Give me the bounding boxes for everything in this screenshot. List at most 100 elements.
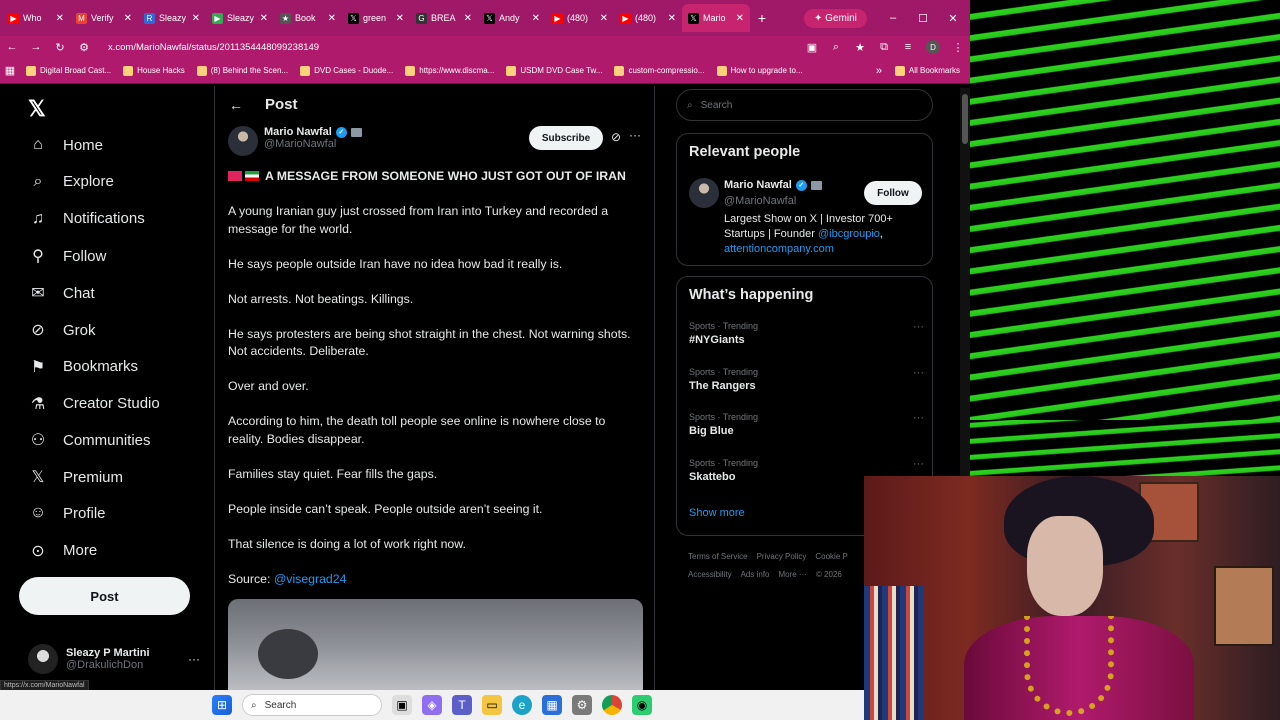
footer-link[interactable]: Ads info [741, 570, 770, 579]
post-button[interactable]: Post [19, 577, 190, 615]
bookmark-item[interactable]: Digital Broad Cast... [20, 65, 117, 76]
bookmark-item[interactable]: custom-compressio... [608, 65, 710, 76]
browser-tab[interactable]: 𝕏 Andy ✕ [478, 4, 546, 32]
trend-more-icon[interactable]: ··· [913, 412, 924, 424]
browser-tab[interactable]: R Sleazy ✕ [138, 4, 206, 32]
teams-icon[interactable]: T [452, 695, 472, 715]
media-icon[interactable]: ≡ [902, 41, 914, 53]
bookmark-item[interactable]: https://www.discma... [399, 65, 500, 76]
gemini-button[interactable]: ✦ Gemini [804, 8, 867, 28]
account-switcher[interactable]: Sleazy P Martini @DrakulichDon [28, 644, 150, 674]
close-tab-icon[interactable]: ✕ [668, 13, 676, 24]
maximize-icon[interactable]: ☐ [908, 12, 938, 25]
close-tab-icon[interactable]: ✕ [464, 13, 472, 24]
copilot-icon[interactable]: ◈ [422, 695, 442, 715]
cast-icon[interactable]: ▣ [806, 41, 818, 54]
back-arrow-icon[interactable]: ← [229, 97, 243, 113]
url-field[interactable]: x.com/MarioNawfal/status/201135444809923… [108, 42, 794, 53]
bookmark-item[interactable]: House Hacks [117, 65, 191, 76]
back-icon[interactable]: ← [6, 41, 18, 53]
trend-item[interactable]: Sports · Trending #NYGiants ··· [689, 321, 924, 346]
footer-link[interactable]: More ··· [778, 570, 806, 579]
extensions-icon[interactable]: ⧉ [878, 41, 890, 54]
footer-link[interactable]: Terms of Service [688, 552, 748, 561]
close-tab-icon[interactable]: ✕ [192, 13, 200, 24]
post-video[interactable] [228, 599, 643, 690]
browser-tab[interactable]: ▶ Who ✕ [2, 4, 70, 32]
grok-icon[interactable]: ⊘ [611, 130, 621, 144]
chrome-icon[interactable] [602, 695, 622, 715]
browser-tab[interactable]: ▶ (480) ✕ [614, 4, 682, 32]
browser-menu-icon[interactable]: ⋮ [952, 41, 964, 54]
close-tab-icon[interactable]: ✕ [56, 13, 64, 24]
bookmark-item[interactable]: (8) Behind the Scen... [191, 65, 294, 76]
post-more-icon[interactable]: ··· [629, 128, 641, 142]
bio-link-attention[interactable]: attentioncompany.com [724, 243, 834, 255]
reload-icon[interactable]: ↻ [54, 41, 66, 54]
nav-item-chat[interactable]: ✉ Chat [28, 283, 94, 303]
bookmark-item[interactable]: How to upgrade to... [711, 65, 809, 76]
close-tab-icon[interactable]: ✕ [260, 13, 268, 24]
more-bookmarks-icon[interactable]: » [873, 65, 885, 77]
bio-link-ibcgroupio[interactable]: @ibcgroupio [818, 228, 880, 240]
trend-item[interactable]: Sports · Trending The Rangers ··· [689, 367, 924, 392]
trend-more-icon[interactable]: ··· [913, 321, 924, 333]
nav-item-communities[interactable]: ⚇ Communities [28, 430, 151, 450]
nav-item-creator-studio[interactable]: ⚗ Creator Studio [28, 394, 160, 414]
browser-tab[interactable]: G BREA ✕ [410, 4, 478, 32]
apps-grid-icon[interactable]: ▦ [4, 64, 16, 77]
follow-button[interactable]: Follow [864, 181, 922, 205]
relevant-name[interactable]: Mario Nawfal [724, 179, 792, 191]
show-more-link[interactable]: Show more [689, 507, 745, 519]
relevant-avatar[interactable] [689, 178, 719, 208]
footer-link[interactable]: Accessibility [688, 570, 732, 579]
nav-item-grok[interactable]: ⊘ Grok [28, 320, 95, 340]
close-tab-icon[interactable]: ✕ [736, 13, 744, 24]
close-tab-icon[interactable]: ✕ [124, 13, 132, 24]
close-tab-icon[interactable]: ✕ [532, 13, 540, 24]
trend-item[interactable]: Sports · Trending Big Blue ··· [689, 412, 924, 437]
site-info-icon[interactable]: ⚙ [78, 41, 90, 54]
author-handle[interactable]: @MarioNawfal [264, 138, 362, 150]
post-author[interactable]: Mario Nawfal ✓ @MarioNawfal [228, 126, 362, 156]
footer-link[interactable]: © 2026 [816, 570, 842, 579]
scrollbar-thumb[interactable] [962, 94, 968, 144]
bookmark-item[interactable]: USDM DVD Case Tw... [500, 65, 608, 76]
browser-tab[interactable]: ▶ Sleazy ✕ [206, 4, 274, 32]
browser-tab[interactable]: ★ Book ✕ [274, 4, 342, 32]
app-icon[interactable]: ◉ [632, 695, 652, 715]
browser-tab[interactable]: 𝕏green ✕ [342, 4, 410, 32]
edge-icon[interactable]: e [512, 695, 532, 715]
close-tab-icon[interactable]: ✕ [396, 13, 404, 24]
x-logo-icon[interactable]: 𝕏 [28, 96, 46, 122]
nav-item-more[interactable]: ⊙ More [28, 541, 97, 561]
bookmark-star-icon[interactable]: ★ [854, 41, 866, 54]
close-window-icon[interactable]: ✕ [938, 12, 968, 25]
bookmark-item[interactable]: DVD Cases - Duode... [294, 65, 399, 76]
nav-item-follow[interactable]: ⚲ Follow [28, 246, 106, 266]
author-avatar[interactable] [228, 126, 258, 156]
close-tab-icon[interactable]: ✕ [328, 13, 336, 24]
browser-tab[interactable]: 𝕏 Mario ✕ [682, 4, 750, 32]
browser-tab[interactable]: M Verify ✕ [70, 4, 138, 32]
nav-item-bookmarks[interactable]: ⚑ Bookmarks [28, 357, 138, 377]
nav-item-notifications[interactable]: ♫ Notifications [28, 210, 145, 228]
forward-icon[interactable]: → [30, 41, 42, 53]
trend-more-icon[interactable]: ··· [913, 367, 924, 379]
settings-icon[interactable]: ⚙ [572, 695, 592, 715]
profile-avatar[interactable]: D [926, 40, 940, 54]
zoom-icon[interactable]: ⌕ [830, 41, 842, 54]
footer-link[interactable]: Cookie P [815, 552, 847, 561]
new-tab-button[interactable]: + [750, 10, 774, 26]
account-more-icon[interactable]: ··· [188, 652, 200, 666]
all-bookmarks[interactable]: All Bookmarks [889, 65, 966, 76]
author-name[interactable]: Mario Nawfal [264, 126, 332, 138]
windows-start-icon[interactable]: ⊞ [212, 695, 232, 715]
nav-item-explore[interactable]: ⌕ Explore [28, 173, 114, 191]
subscribe-button[interactable]: Subscribe [529, 126, 603, 150]
file-explorer-icon[interactable]: ▭ [482, 695, 502, 715]
task-view-icon[interactable]: ▣ [392, 695, 412, 715]
browser-tab[interactable]: ▶ (480) ✕ [546, 4, 614, 32]
store-icon[interactable]: ▦ [542, 695, 562, 715]
footer-link[interactable]: Privacy Policy [757, 552, 807, 561]
